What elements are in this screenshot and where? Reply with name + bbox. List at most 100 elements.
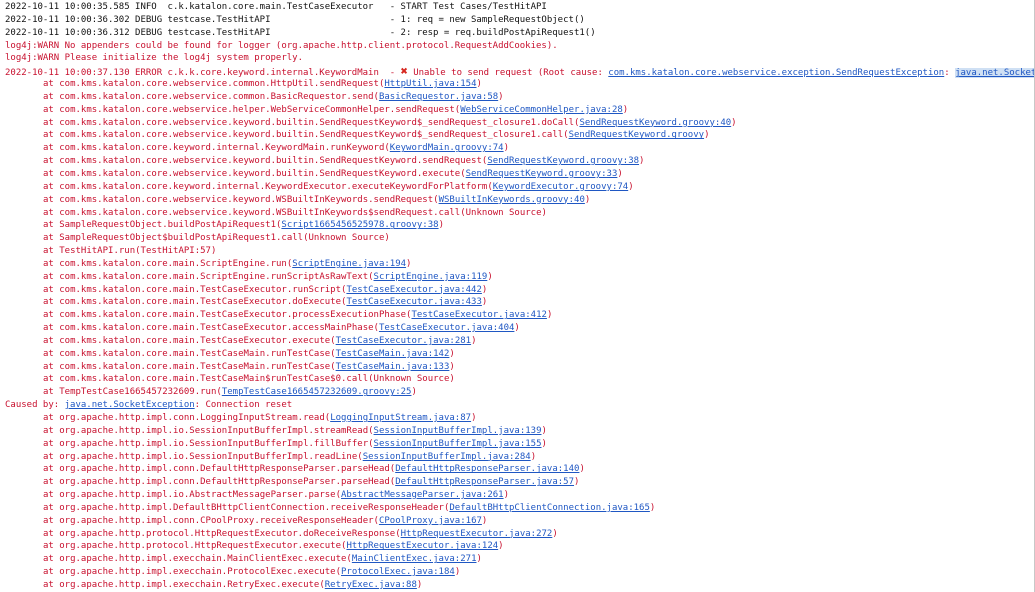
source-link[interactable]: WebServiceCommonHelper.java:28 [460,105,623,115]
stack-trace-line: at org.apache.http.impl.execchain.Protoc… [0,566,1034,579]
log-text: ) [731,117,737,128]
source-link[interactable]: HttpRequestExecutor.java:124 [346,541,498,551]
source-link[interactable]: ScriptEngine.java:194 [292,259,406,269]
log-text: ) [530,451,537,462]
log-text: 2022-10-11 10:00:37.130 ERROR c.k.k.core… [5,68,401,79]
log-text: ) [584,194,591,205]
source-link[interactable]: ProtocolExec.java:184 [341,567,455,577]
log-text: at com.kms.katalon.core.webservice.commo… [43,91,379,102]
source-link[interactable]: HttpRequestExecutor.java:272 [401,529,553,539]
log-text: at org.apache.http.impl.execchain.MainCl… [43,554,352,565]
source-link[interactable]: ScriptEngine.java:119 [374,272,488,282]
stack-trace-line: at org.apache.http.impl.io.AbstractMessa… [0,489,1034,502]
log-text: ) [546,310,553,321]
log-text: ) [617,168,623,179]
log-text: at SampleRequestObject.buildPostApiReque… [43,220,282,231]
source-link[interactable]: SendRequestKeyword.groovy:38 [487,156,639,166]
log-text: ) [639,156,645,167]
log-text: ) [454,567,461,578]
log-text: ) [406,258,412,269]
log-text: at com.kms.katalon.core.webservice.commo… [43,79,385,90]
log-text: at org.apache.http.impl.io.SessionInputB… [43,451,363,462]
log-text: ) [541,425,547,436]
source-link[interactable]: TestCaseExecutor.java:412 [411,310,546,320]
source-link[interactable]: SessionInputBufferImpl.java:284 [363,452,531,462]
log-text: at com.kms.katalon.core.main.TestCaseMai… [43,348,336,359]
error-log-line: log4j:WARN No appenders could be found f… [0,40,1034,53]
source-link[interactable]: KeywordExecutor.groovy:74 [493,182,628,192]
console-log[interactable]: 2022-10-11 10:00:35.585 INFO c.k.katalon… [0,0,1035,592]
log-text: ) [476,554,482,565]
source-link[interactable]: LoggingInputStream.java:87 [330,413,471,423]
source-link[interactable]: TestCaseExecutor.java:404 [379,323,514,333]
log-text: at com.kms.katalon.core.keyword.internal… [43,143,390,154]
source-link[interactable]: SendRequestKeyword.groovy [569,130,704,140]
log-text: at org.apache.http.protocol.HttpRequestE… [43,528,401,539]
source-link[interactable]: BasicRequestor.java:58 [379,92,498,102]
source-link[interactable]: java.net.SocketException [955,68,1034,79]
source-link[interactable]: DefaultHttpResponseParser.java:140 [395,464,579,474]
stack-trace-line: at com.kms.katalon.core.webservice.helpe… [0,104,1034,117]
log-text: ) [574,477,580,488]
log-text: ) [411,387,417,398]
stack-trace-line: at com.kms.katalon.core.main.TestCaseExe… [0,296,1034,309]
source-link[interactable]: WSBuiltInKeywords.groovy:40 [439,195,585,205]
log-text: at org.apache.http.protocol.HttpRequestE… [43,541,347,552]
source-link[interactable]: TestCaseExecutor.java:442 [346,285,481,295]
stack-trace-line: at org.apache.http.impl.execchain.RetryE… [0,579,1034,592]
source-link[interactable]: com.kms.katalon.core.webservice.exceptio… [608,68,944,78]
source-link[interactable]: HttpUtil.java:154 [384,79,476,89]
stack-trace-line: at com.kms.katalon.core.webservice.keywo… [0,194,1034,207]
stack-trace-line: at com.kms.katalon.core.webservice.keywo… [0,155,1034,168]
log-text: at SampleRequestObject$buildPostApiReque… [43,233,390,244]
source-link[interactable]: TestCaseMain.java:133 [336,362,450,372]
source-link[interactable]: java.net.SocketException [65,400,195,410]
source-link[interactable]: KeywordMain.groovy:74 [390,143,504,153]
log-text: at org.apache.http.impl.conn.LoggingInpu… [43,413,331,423]
source-link[interactable]: TestCaseMain.java:142 [336,349,450,359]
log-text: 2022-10-11 10:00:36.302 DEBUG testcase.T… [5,14,585,25]
stack-trace-line: at com.kms.katalon.core.webservice.keywo… [0,117,1034,130]
error-log-line: log4j:WARN Please initialize the log4j s… [0,52,1034,65]
source-link[interactable]: SessionInputBufferImpl.java:139 [374,426,542,436]
source-link[interactable]: AbstractMessageParser.java:261 [341,490,504,500]
log-text: at com.kms.katalon.core.keyword.internal… [43,181,493,192]
stack-trace-line: at org.apache.http.protocol.HttpRequestE… [0,528,1034,541]
source-link[interactable]: TestCaseExecutor.java:433 [346,297,481,307]
stack-trace-line: at com.kms.katalon.core.main.ScriptEngin… [0,258,1034,271]
log-text: at com.kms.katalon.core.webservice.keywo… [43,168,466,179]
source-link[interactable]: MainClientExec.java:271 [352,554,477,564]
log-text: ) [503,490,509,501]
source-link[interactable]: RetryExec.java:88 [325,580,417,590]
log-text: at org.apache.http.impl.io.SessionInputB… [43,438,374,449]
source-link[interactable]: SendRequestKeyword.groovy:40 [579,118,731,128]
log-line: 2022-10-11 10:00:35.585 INFO c.k.katalon… [0,1,1034,14]
log-text: at com.kms.katalon.core.webservice.keywo… [43,207,547,218]
source-link[interactable]: DefaultBHttpClientConnection.java:165 [449,503,649,513]
log-text: 2022-10-11 10:00:35.585 INFO c.k.katalon… [5,2,547,12]
log-text: ) [487,271,493,282]
stack-trace-line: at com.kms.katalon.core.main.TestCaseExe… [0,322,1034,335]
source-link[interactable]: DefaultHttpResponseParser.java:57 [395,477,574,487]
stack-trace-line: at com.kms.katalon.core.main.TestCaseExe… [0,309,1034,322]
source-link[interactable]: TestCaseExecutor.java:281 [336,336,471,346]
stack-trace-line: at org.apache.http.impl.conn.DefaultHttp… [0,463,1034,476]
stack-trace-line: at org.apache.http.impl.execchain.MainCl… [0,553,1034,566]
stack-trace-line: at TempTestCase1665457232609.run(TempTes… [0,386,1034,399]
source-link[interactable]: Script1665456525978.groovy:38 [281,220,438,230]
source-link[interactable]: TempTestCase1665457232609.groovy:25 [222,387,412,397]
log-text: ) [471,413,477,423]
log-text: ) [416,579,423,590]
source-link[interactable]: CPoolProxy.java:167 [379,516,482,526]
log-text: log4j:WARN No appenders could be found f… [5,40,558,51]
log-text: Unable to send request (Root cause: [407,68,609,79]
source-link[interactable]: SessionInputBufferImpl.java:155 [374,439,542,449]
source-link[interactable]: SendRequestKeyword.groovy:33 [466,169,618,179]
stack-trace-line: at org.apache.http.impl.conn.CPoolProxy.… [0,515,1034,528]
stack-trace-line: at com.kms.katalon.core.keyword.internal… [0,181,1034,194]
log-text: ) [449,361,455,372]
stack-trace-line: at org.apache.http.impl.io.SessionInputB… [0,451,1034,464]
stack-trace-line: at org.apache.http.impl.conn.LoggingInpu… [0,412,1034,425]
stack-trace-line: at org.apache.http.protocol.HttpRequestE… [0,540,1034,553]
stack-trace-line: at SampleRequestObject.buildPostApiReque… [0,219,1034,232]
